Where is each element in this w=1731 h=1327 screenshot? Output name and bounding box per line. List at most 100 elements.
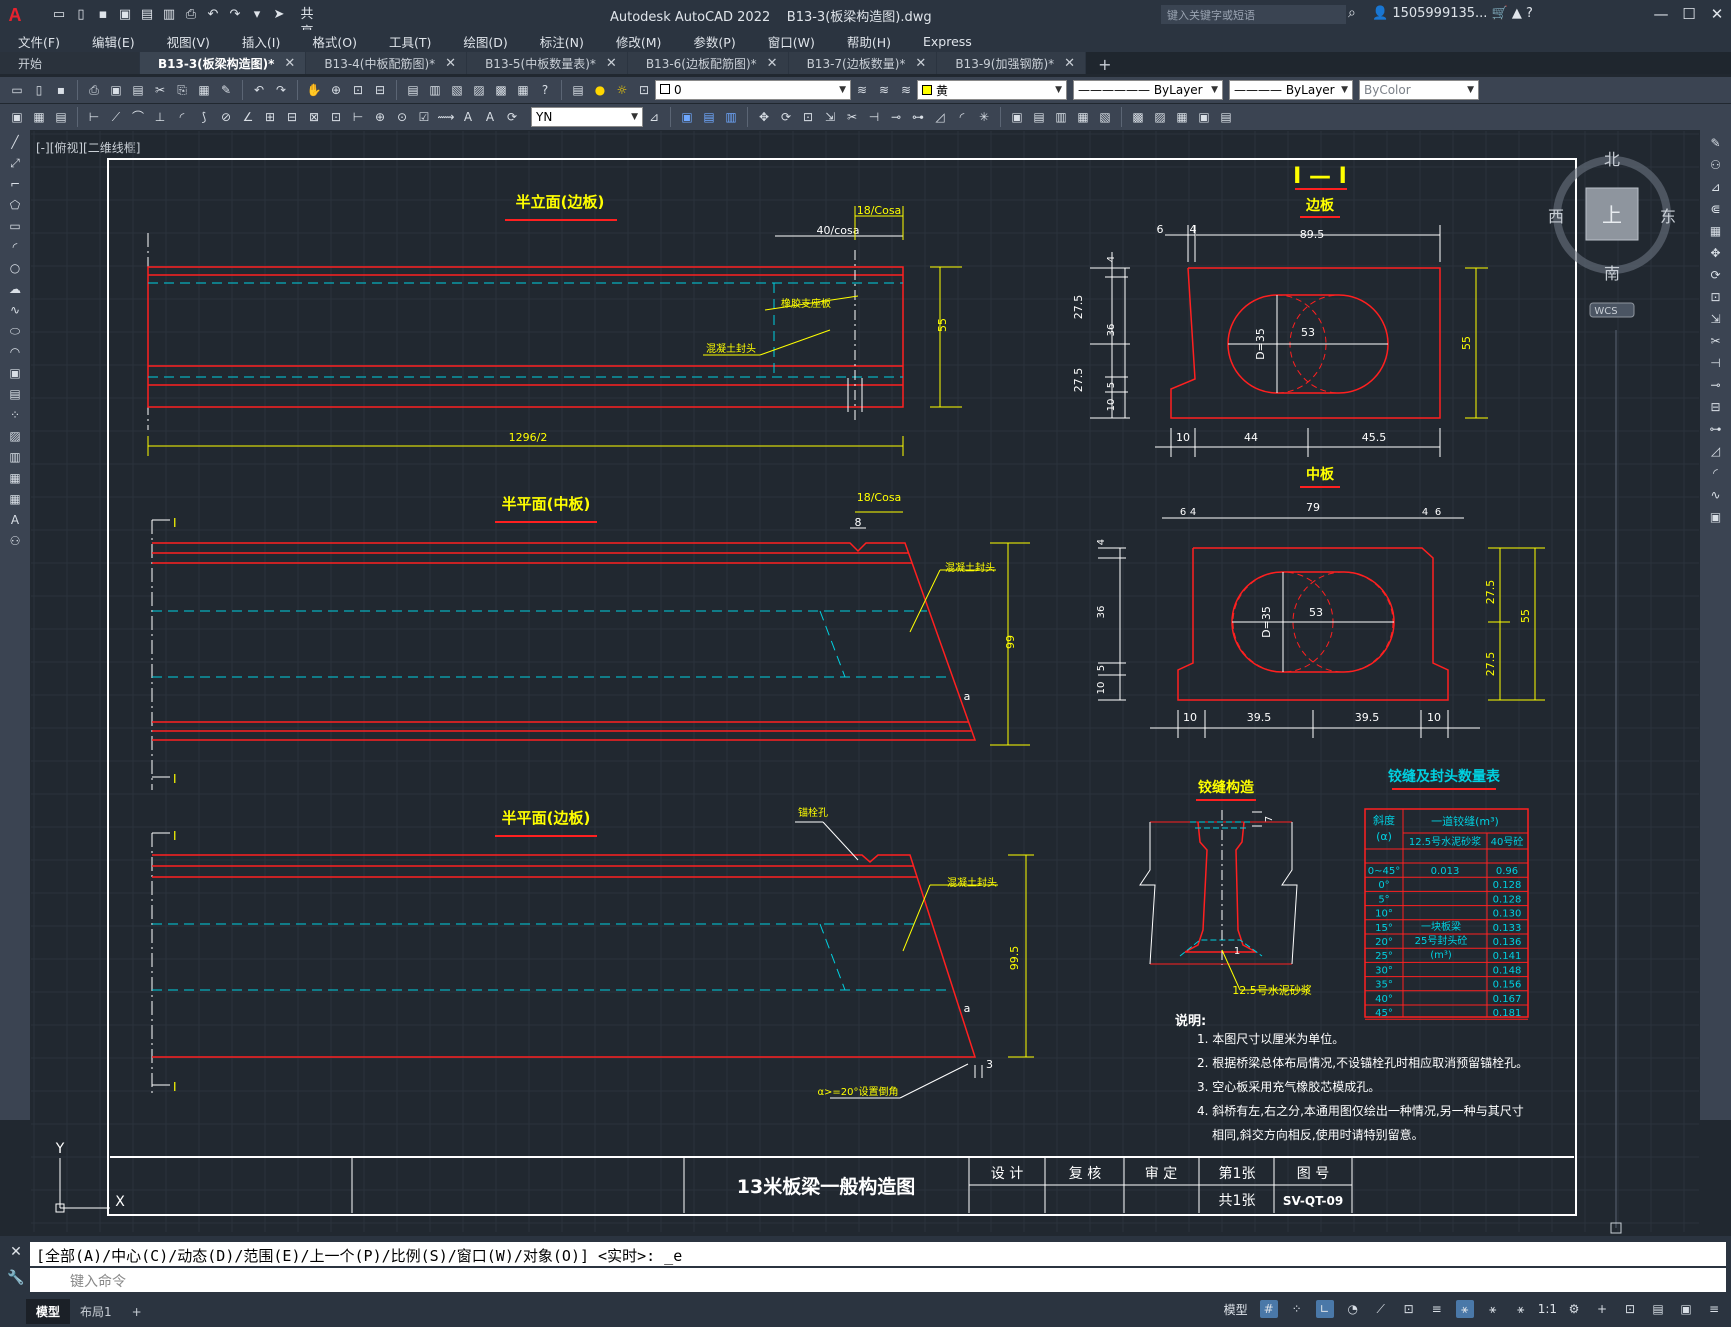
table-side-note-1: 一块板梁 (1421, 920, 1461, 933)
workspace-icon[interactable]: ⚙ (1565, 1300, 1583, 1318)
cmd-close-icon[interactable]: ✕ (6, 1244, 26, 1260)
dim-53-edge: 53 (1301, 326, 1315, 339)
dim-6-edge: 6 (1157, 223, 1164, 236)
table-cell-concrete: 0.156 (1493, 980, 1522, 991)
table-col-concrete: 40号砼 (1491, 835, 1524, 848)
dim-5-edge: 5 (1106, 382, 1117, 388)
table-cell-concrete: 0.148 (1493, 965, 1522, 976)
command-input[interactable]: 键入命令 (30, 1268, 1726, 1292)
section-mark-top-1: I (173, 516, 177, 530)
half-elevation-title: 半立面(边板) (516, 193, 605, 211)
ortho-icon[interactable]: ∟ (1315, 1300, 1334, 1318)
table-col-mortar: 12.5号水泥砂浆 (1409, 835, 1481, 848)
dim-d35-edge: D=35 (1254, 328, 1267, 360)
viewcube-west-label: 西 (1548, 207, 1564, 226)
dim-275-mid-top: 27.5 (1484, 580, 1497, 605)
anchor-label: 锚栓孔 (798, 806, 828, 819)
mortar-label: 12.5号水泥砂浆 (1232, 983, 1312, 997)
clean-screen-icon[interactable]: ▣ (1677, 1300, 1695, 1318)
section-mark-bottom-1: I (173, 772, 177, 786)
table-cell-angle: 30° (1375, 965, 1393, 976)
dim-4-edge-left: 4 (1106, 256, 1117, 262)
ucs-y-label: Y (55, 1141, 65, 1157)
viewcube-east-label: 东 (1660, 207, 1676, 226)
drawing-svg: 上 北 南 东 西 WCS Y X 半立面(边板) 1296/2 55 40/c… (31, 131, 1699, 1234)
dim-275-mid-bot: 27.5 (1484, 652, 1497, 677)
table-cell-concrete: 0.167 (1493, 994, 1522, 1005)
dim-4-mid-vert: 4 (1096, 539, 1107, 545)
table-cell-angle: 35° (1375, 980, 1393, 991)
auto-scale-icon[interactable]: ⚹ (1484, 1300, 1502, 1318)
dim-36-edge: 36 (1106, 324, 1117, 337)
dim-1296: 1296/2 (509, 431, 548, 444)
lineweight-icon[interactable]: ≡ (1428, 1300, 1446, 1318)
dim-53-mid: 53 (1309, 606, 1323, 619)
isodraft-icon[interactable]: ⟋ (1372, 1300, 1390, 1318)
table-col-angle-b: (α) (1376, 830, 1392, 843)
dim-1: 1 (1234, 946, 1240, 957)
dim-10-mid-vert: 10 (1096, 682, 1107, 695)
titleblock-approve: 审 定 (1145, 1166, 1177, 1182)
dim-44: 44 (1244, 431, 1258, 444)
table-cell-concrete: 0.128 (1493, 894, 1522, 905)
half-plan-mid-title: 半平面(中板) (502, 495, 591, 513)
dim-8: 8 (855, 516, 862, 529)
titleblock-sheet: 第1张 (1219, 1165, 1256, 1182)
dim-455: 45.5 (1362, 431, 1387, 444)
titleblock-total: 共1张 (1219, 1193, 1256, 1209)
note-1: 1. 本图尺寸以厘米为单位。 (1197, 1031, 1344, 1046)
tab-layout1[interactable]: 布局1 (70, 1299, 122, 1324)
titleblock-fig-no: SV-QT-09 (1283, 1194, 1343, 1208)
hinge-detail: 铰缝构造 7 1 12.5号水泥砂浆 (1139, 779, 1312, 997)
ucs-icon: Y X (55, 1141, 125, 1213)
table-cell-angle: 5° (1378, 894, 1389, 905)
table-cell-concrete: 0.181 (1493, 1008, 1522, 1019)
annotation-visibility-icon[interactable]: ⚹ (1455, 1300, 1474, 1318)
snap-icon[interactable]: ⁘ (1288, 1300, 1306, 1318)
add-layout-icon[interactable]: + (122, 1301, 152, 1323)
dim-10-edge-bot: 10 (1176, 431, 1190, 444)
table-title: 铰缝及封头数量表 (1388, 768, 1501, 785)
note-4: 4. 斜桥有左,右之分,本通用图仅绘出一种情况,另一种与其尺寸 (1197, 1103, 1524, 1118)
angle-a-1: a (964, 690, 971, 703)
osnap-icon[interactable]: ⊡ (1400, 1300, 1418, 1318)
section-title: I — I (1293, 164, 1347, 189)
status-bar: 模型 布局1 + 模型 # ⁘ ∟ ◔ ⟋ ⊡ ≡ ⚹ ⚹ ⚹ 1:1 ⚙ + … (0, 1296, 1731, 1327)
annotation-scale[interactable]: 1:1 (1538, 1302, 1557, 1316)
table-cell-concrete: 0.128 (1493, 880, 1522, 891)
note-2: 2. 根据桥梁总体布局情况,不设锚栓孔时相应取消预留锚栓孔。 (1197, 1055, 1528, 1070)
dim-99: 99 (1004, 635, 1017, 649)
table-cell-angle: 25° (1375, 951, 1393, 962)
table-cell-mortar: 0.013 (1431, 866, 1460, 877)
table-cell-concrete: 0.96 (1496, 866, 1518, 877)
viewcube-top-label: 上 (1602, 203, 1622, 227)
viewcube-north-label: 北 (1604, 150, 1620, 169)
isolate-icon[interactable]: ⊡ (1621, 1300, 1639, 1318)
plus-icon[interactable]: + (1593, 1300, 1611, 1318)
customize-status-icon[interactable]: ≡ (1705, 1300, 1723, 1318)
dim-395-right: 39.5 (1355, 711, 1380, 724)
mid-board-title: 中板 (1306, 466, 1335, 483)
table-side-note-3: (m³) (1430, 950, 1452, 961)
quantity-table: 铰缝及封头数量表 斜度 (α) 一道铰缝(m³) 12.5号水泥砂浆 40号砼 … (1364, 768, 1529, 1020)
dim-79: 79 (1306, 501, 1320, 514)
titleblock-fig-label: 图 号 (1297, 1166, 1329, 1182)
note-5: 相同,斜交方向相反,使用时请特别留意。 (1212, 1127, 1424, 1142)
support-label: 橡胶支座板 (781, 297, 831, 310)
angle-a-2: a (964, 1002, 971, 1015)
half-plan-mid-view: 半平面(中板) I I 99 18/Cosa 8 混凝土封头 a (151, 491, 1030, 790)
table-cell-concrete: 0.133 (1493, 923, 1522, 934)
dim-4-mid-left: 4 (1190, 507, 1196, 518)
annotation-scale-icon[interactable]: ⚹ (1512, 1300, 1530, 1318)
hardware-accel-icon[interactable]: ▤ (1649, 1300, 1667, 1318)
polar-icon[interactable]: ◔ (1344, 1300, 1362, 1318)
table-col-hinge: 一道铰缝(m³) (1431, 814, 1499, 828)
model-space-button[interactable]: 模型 (1224, 1301, 1248, 1318)
titleblock-review: 复 核 (1069, 1165, 1101, 1182)
seal-label-2: 混凝土封头 (945, 561, 995, 574)
dim-895: 89.5 (1300, 228, 1325, 241)
half-plan-edge-view: 半平面(边板) I I 99.5 锚栓孔 混凝土封头 a 3 α>=20°设置倒… (151, 806, 1034, 1099)
cmd-customize-icon[interactable]: 🔧 (6, 1270, 26, 1286)
tab-model[interactable]: 模型 (26, 1299, 71, 1324)
grid-icon[interactable]: # (1259, 1300, 1278, 1318)
